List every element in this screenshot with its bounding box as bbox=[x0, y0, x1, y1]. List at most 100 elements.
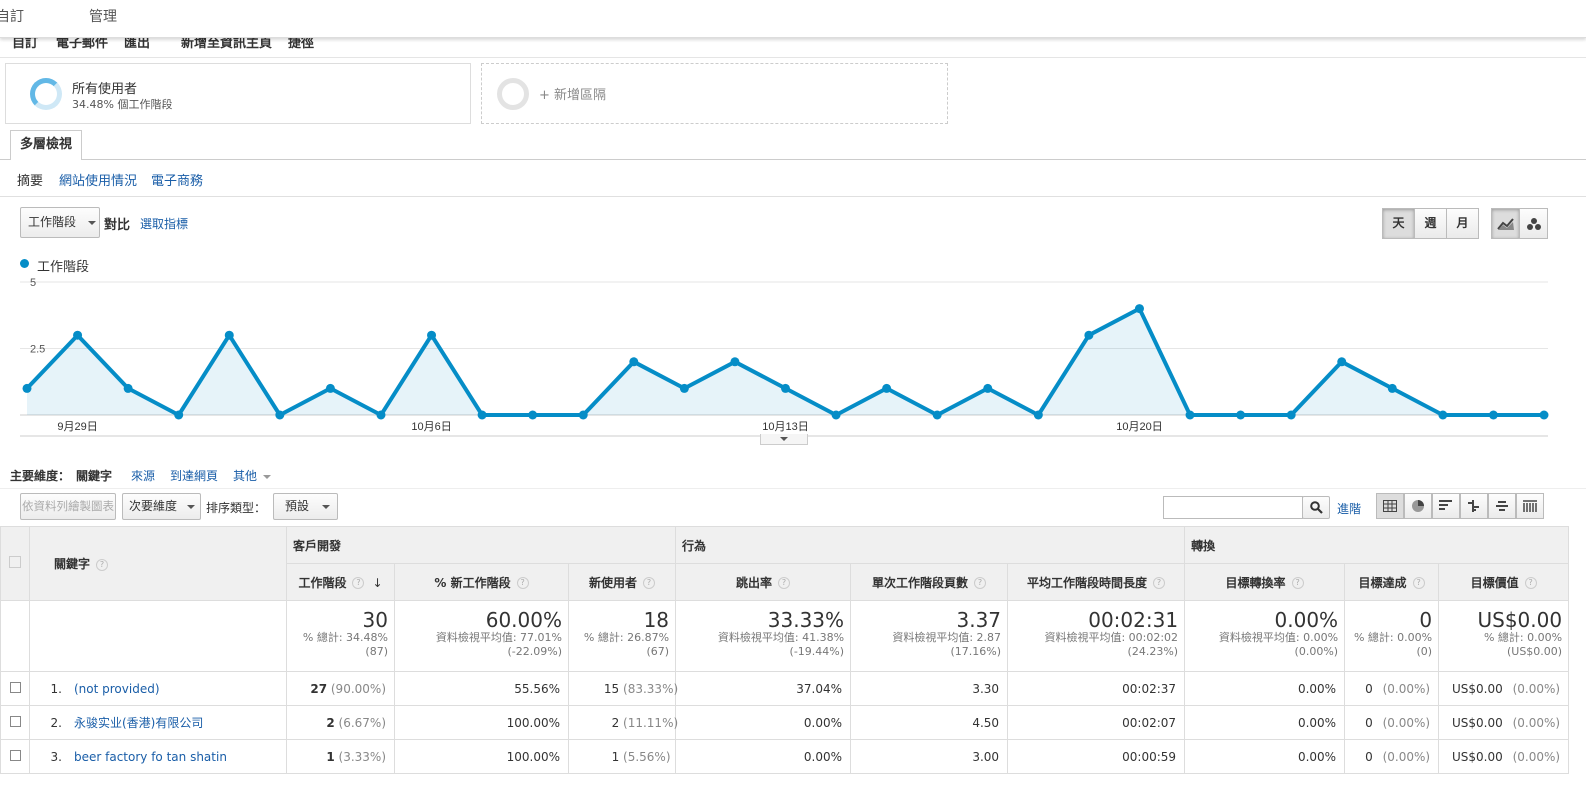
total-avg-duration: 00:02:31 資料檢視平均值: 00:02:02 (24.23%) bbox=[1007, 600, 1186, 672]
secondary-dimension-select[interactable]: 次要維度 bbox=[122, 493, 201, 520]
sessions-cell: 2 (6.67%) bbox=[286, 705, 395, 740]
pie-view-icon[interactable] bbox=[1404, 493, 1432, 519]
help-icon[interactable]: ? bbox=[1412, 577, 1425, 589]
subtab-summary[interactable]: 摘要 bbox=[17, 170, 43, 189]
column-avg-duration-label: 平均工作階段時間長度 bbox=[1027, 575, 1148, 590]
help-icon[interactable]: ? bbox=[96, 558, 109, 571]
dimension-other-label: 其他 bbox=[233, 469, 258, 483]
total-bounce-rate: 33.33% 資料檢視平均值: 41.38% (-19.44%) bbox=[675, 600, 852, 672]
action-shortcut[interactable]: 捷徑 bbox=[288, 38, 314, 51]
tab-explorer[interactable]: 多層檢視 bbox=[10, 130, 82, 160]
data-point bbox=[730, 357, 740, 367]
keyword-link[interactable]: beer factory fo tan shatin bbox=[74, 750, 227, 764]
new-users-pct: (11.11%) bbox=[623, 715, 679, 730]
select-all-checkbox[interactable] bbox=[9, 556, 21, 568]
help-icon[interactable]: ? bbox=[1153, 577, 1166, 589]
line-chart-icon[interactable] bbox=[1491, 208, 1520, 239]
table-view-icon[interactable] bbox=[1376, 493, 1404, 519]
row-checkbox[interactable] bbox=[9, 749, 21, 761]
column-goal-conv-rate[interactable]: 目標轉換率? bbox=[1184, 563, 1346, 601]
dimension-landing-page[interactable]: 到達網頁 bbox=[170, 467, 218, 484]
pivot-view-icon[interactable] bbox=[1516, 493, 1544, 519]
column-new-users[interactable]: 新使用者? bbox=[567, 563, 677, 601]
data-point bbox=[427, 330, 437, 340]
action-export[interactable]: 匯出 bbox=[124, 38, 150, 51]
segment-donut-icon bbox=[30, 78, 62, 110]
segment-all-users[interactable]: 所有使用者 34.48% 個工作階段 bbox=[5, 63, 471, 124]
help-icon[interactable]: ? bbox=[778, 577, 791, 589]
sessions-line-chart: 5 2.5 9月29日 10月6日 10月13日 10月20日 bbox=[20, 277, 1549, 437]
row-checkbox[interactable] bbox=[9, 681, 21, 693]
x-tick-label: 10月20日 bbox=[1116, 421, 1162, 433]
help-icon[interactable]: ? bbox=[1524, 577, 1537, 589]
action-add-dashboard[interactable]: 新增至資訊主頁 bbox=[181, 38, 272, 51]
nav-item-customize[interactable]: 自訂 bbox=[0, 6, 24, 26]
new-users-value: 15 bbox=[603, 681, 620, 696]
dimension-other[interactable]: 其他 bbox=[233, 467, 271, 484]
value-cell: US$0.00 (0.00%) bbox=[1438, 739, 1570, 774]
tab-underline bbox=[0, 159, 1586, 160]
total-goal-conv-rate: 0.00% 資料檢視平均值: 0.00% (0.00%) bbox=[1184, 600, 1346, 672]
select-all-cell[interactable] bbox=[0, 526, 30, 601]
dimension-source[interactable]: 來源 bbox=[131, 467, 155, 484]
data-point bbox=[22, 383, 32, 393]
help-icon[interactable]: ? bbox=[352, 577, 365, 589]
month-button[interactable]: 月 bbox=[1446, 208, 1479, 239]
column-bounce-rate[interactable]: 跳出率? bbox=[675, 563, 852, 601]
column-goal-completions[interactable]: 目標達成? bbox=[1344, 563, 1440, 601]
column-pages-per-session[interactable]: 單次工作階段頁數? bbox=[850, 563, 1009, 601]
column-avg-duration[interactable]: 平均工作階段時間長度? bbox=[1007, 563, 1186, 601]
performance-view-icon[interactable] bbox=[1432, 493, 1460, 519]
row-checkbox-cell[interactable] bbox=[0, 705, 30, 740]
column-goal-conv-rate-label: 目標轉換率 bbox=[1225, 575, 1286, 590]
group-behavior: 行為 bbox=[675, 526, 1186, 564]
help-icon[interactable]: ? bbox=[643, 577, 656, 589]
advanced-filter-link[interactable]: 進階 bbox=[1337, 500, 1361, 517]
nav-item-admin[interactable]: 管理 bbox=[89, 6, 117, 26]
data-point bbox=[781, 383, 790, 393]
chart-collapse-handle[interactable] bbox=[760, 434, 808, 445]
column-sessions[interactable]: 工作階段? ↓ bbox=[286, 563, 395, 601]
day-button[interactable]: 天 bbox=[1382, 208, 1415, 239]
data-point bbox=[629, 357, 639, 367]
add-segment-button[interactable]: + 新增區隔 bbox=[481, 63, 948, 124]
row-checkbox-cell[interactable] bbox=[0, 671, 30, 706]
select-metric-link[interactable]: 選取指標 bbox=[140, 215, 188, 232]
week-button[interactable]: 週 bbox=[1414, 208, 1447, 239]
action-email[interactable]: 電子郵件 bbox=[56, 38, 108, 51]
total-value: 60.00% bbox=[485, 608, 562, 632]
value-cell: US$0.00 (0.00%) bbox=[1438, 671, 1570, 706]
sort-type-select[interactable]: 預設 bbox=[273, 493, 338, 520]
total-value: 33.33% bbox=[767, 608, 845, 632]
term-cloud-view-icon[interactable] bbox=[1488, 493, 1516, 519]
column-new-sessions-pct[interactable]: % 新工作階段? bbox=[394, 563, 569, 601]
y-tick-label: 5 bbox=[30, 277, 36, 289]
action-customize[interactable]: 自訂 bbox=[12, 38, 38, 51]
metric-select[interactable]: 工作階段 bbox=[20, 207, 100, 238]
totals-empty bbox=[29, 600, 287, 672]
column-keyword[interactable]: 關鍵字? bbox=[29, 526, 287, 601]
sessions-value: 27 bbox=[310, 681, 328, 696]
value-pct: (0.00%) bbox=[1512, 715, 1561, 730]
subtab-site-usage[interactable]: 網站使用情況 bbox=[59, 170, 137, 189]
motion-chart-icon[interactable] bbox=[1519, 208, 1548, 239]
table-row: 1. (not provided) 27 (90.00%) 55.56% 15 (83.… bbox=[0, 671, 1570, 706]
duration-cell: 00:02:07 bbox=[1007, 705, 1186, 740]
help-icon[interactable]: ? bbox=[516, 577, 529, 589]
table-search-input[interactable] bbox=[1163, 496, 1303, 519]
row-checkbox-cell[interactable] bbox=[0, 739, 30, 774]
help-icon[interactable]: ? bbox=[1291, 577, 1304, 589]
search-button[interactable] bbox=[1302, 496, 1330, 519]
keyword-link[interactable]: 永骏实业(香港)有限公司 bbox=[74, 716, 203, 730]
row-checkbox[interactable] bbox=[9, 715, 21, 727]
comparison-view-icon[interactable] bbox=[1460, 493, 1488, 519]
column-goal-value[interactable]: 目標價值? bbox=[1438, 563, 1570, 601]
plot-rows-button[interactable]: 依資料列繪製圖表 bbox=[20, 493, 116, 520]
subtab-ecommerce[interactable]: 電子商務 bbox=[151, 170, 203, 189]
keyword-link[interactable]: (not provided) bbox=[74, 682, 160, 696]
help-icon[interactable]: ? bbox=[974, 577, 987, 589]
column-sessions-label: 工作階段 bbox=[298, 575, 347, 590]
dimension-keyword[interactable]: 關鍵字 bbox=[76, 467, 112, 484]
total-sub: (17.16%) bbox=[950, 645, 1002, 658]
data-point bbox=[983, 383, 993, 393]
